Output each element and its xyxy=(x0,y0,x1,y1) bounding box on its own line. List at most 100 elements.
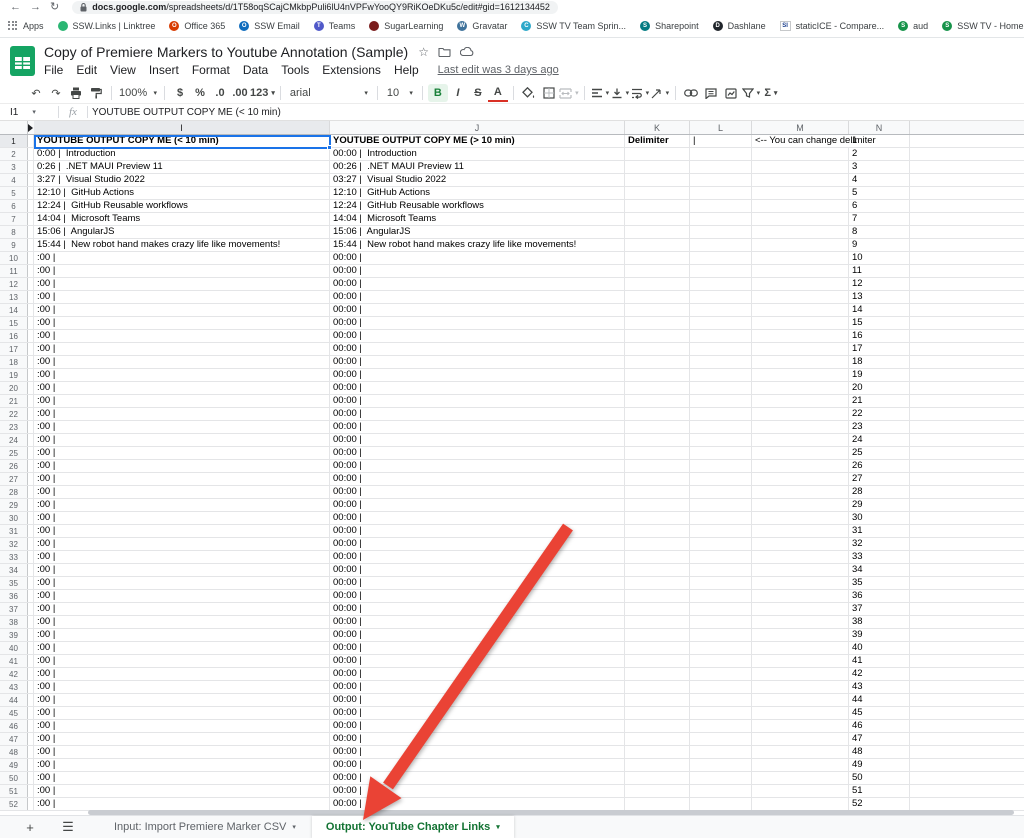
cell-N33[interactable]: 33 xyxy=(849,551,910,563)
cell-L19[interactable] xyxy=(690,369,752,381)
cell-I46[interactable]: :00 | xyxy=(34,720,330,732)
cell-I16[interactable]: :00 | xyxy=(34,330,330,342)
cell-I4[interactable]: 3:27 | Visual Studio 2022 xyxy=(34,174,330,186)
cell-K33[interactable] xyxy=(625,551,690,563)
row-header-34[interactable]: 34 xyxy=(0,564,28,576)
cell-J21[interactable]: 00:00 | xyxy=(330,395,625,407)
cell-L47[interactable] xyxy=(690,733,752,745)
cell-J48[interactable]: 00:00 | xyxy=(330,746,625,758)
cell-M2[interactable] xyxy=(752,148,849,160)
cell-I13[interactable]: :00 | xyxy=(34,291,330,303)
cell-M17[interactable] xyxy=(752,343,849,355)
filter-button[interactable]: ▾ xyxy=(741,84,761,102)
row-header-33[interactable]: 33 xyxy=(0,551,28,563)
cell-L7[interactable] xyxy=(690,213,752,225)
row-header-15[interactable]: 15 xyxy=(0,317,28,329)
cell-N28[interactable]: 28 xyxy=(849,486,910,498)
cell-K50[interactable] xyxy=(625,772,690,784)
cell-I2[interactable]: 0:00 | Introduction xyxy=(34,148,330,160)
cell-L30[interactable] xyxy=(690,512,752,524)
cell-L52[interactable] xyxy=(690,798,752,810)
row-header-4[interactable]: 4 xyxy=(0,174,28,186)
cell-J13[interactable]: 00:00 | xyxy=(330,291,625,303)
row-header-13[interactable]: 13 xyxy=(0,291,28,303)
cell-J6[interactable]: 12:24 | GitHub Reusable workflows xyxy=(330,200,625,212)
cell-N42[interactable]: 42 xyxy=(849,668,910,680)
cell-L40[interactable] xyxy=(690,642,752,654)
cell-I19[interactable]: :00 | xyxy=(34,369,330,381)
cell-M18[interactable] xyxy=(752,356,849,368)
row-header-40[interactable]: 40 xyxy=(0,642,28,654)
cell-K7[interactable] xyxy=(625,213,690,225)
cell-K27[interactable] xyxy=(625,473,690,485)
cell-N9[interactable]: 9 xyxy=(849,239,910,251)
cell-I42[interactable]: :00 | xyxy=(34,668,330,680)
cell-M39[interactable] xyxy=(752,629,849,641)
cell-J34[interactable]: 00:00 | xyxy=(330,564,625,576)
sheets-logo-icon[interactable] xyxy=(9,45,36,77)
cell-J45[interactable]: 00:00 | xyxy=(330,707,625,719)
cell-J9[interactable]: 15:44 | New robot hand makes crazy life … xyxy=(330,239,625,251)
cell-I10[interactable]: :00 | xyxy=(34,252,330,264)
cell-K39[interactable] xyxy=(625,629,690,641)
cell-N8[interactable]: 8 xyxy=(849,226,910,238)
bookmark-item[interactable]: DDashlane xyxy=(713,21,766,31)
cell-J43[interactable]: 00:00 | xyxy=(330,681,625,693)
menu-extensions[interactable]: Extensions xyxy=(322,63,381,77)
horizontal-align-button[interactable]: ▾ xyxy=(590,84,610,102)
italic-button[interactable]: I xyxy=(448,84,468,102)
cell-M41[interactable] xyxy=(752,655,849,667)
cell-J44[interactable]: 00:00 | xyxy=(330,694,625,706)
cell-I20[interactable]: :00 | xyxy=(34,382,330,394)
cell-M29[interactable] xyxy=(752,499,849,511)
cell-I5[interactable]: 12:10 | GitHub Actions xyxy=(34,187,330,199)
cell-N16[interactable]: 16 xyxy=(849,330,910,342)
cell-L31[interactable] xyxy=(690,525,752,537)
cell-K1[interactable]: Delimiter xyxy=(625,135,690,147)
cell-I51[interactable]: :00 | xyxy=(34,785,330,797)
cell-L32[interactable] xyxy=(690,538,752,550)
print-button[interactable] xyxy=(66,84,86,102)
cell-M35[interactable] xyxy=(752,577,849,589)
cell-L48[interactable] xyxy=(690,746,752,758)
cell-M43[interactable] xyxy=(752,681,849,693)
bookmark-item[interactable]: WGravatar xyxy=(457,21,507,31)
cell-N26[interactable]: 26 xyxy=(849,460,910,472)
cell-N30[interactable]: 30 xyxy=(849,512,910,524)
cell-I34[interactable]: :00 | xyxy=(34,564,330,576)
row-header-51[interactable]: 51 xyxy=(0,785,28,797)
cell-L8[interactable] xyxy=(690,226,752,238)
cell-M22[interactable] xyxy=(752,408,849,420)
cell-J20[interactable]: 00:00 | xyxy=(330,382,625,394)
cell-J27[interactable]: 00:00 | xyxy=(330,473,625,485)
cell-K22[interactable] xyxy=(625,408,690,420)
undo-button[interactable]: ↶ xyxy=(26,84,46,102)
cell-I38[interactable]: :00 | xyxy=(34,616,330,628)
cell-N18[interactable]: 18 xyxy=(849,356,910,368)
cell-I32[interactable]: :00 | xyxy=(34,538,330,550)
cell-M46[interactable] xyxy=(752,720,849,732)
cell-K34[interactable] xyxy=(625,564,690,576)
select-all-corner[interactable] xyxy=(0,121,28,134)
cell-J19[interactable]: 00:00 | xyxy=(330,369,625,381)
star-icon[interactable]: ☆ xyxy=(418,45,429,59)
cell-K37[interactable] xyxy=(625,603,690,615)
cell-L37[interactable] xyxy=(690,603,752,615)
cell-I14[interactable]: :00 | xyxy=(34,304,330,316)
cell-M34[interactable] xyxy=(752,564,849,576)
cell-I43[interactable]: :00 | xyxy=(34,681,330,693)
fill-color-button[interactable] xyxy=(519,84,539,102)
cell-K14[interactable] xyxy=(625,304,690,316)
cell-L46[interactable] xyxy=(690,720,752,732)
cell-J11[interactable]: 00:00 | xyxy=(330,265,625,277)
cell-K28[interactable] xyxy=(625,486,690,498)
cell-K2[interactable] xyxy=(625,148,690,160)
cell-M38[interactable] xyxy=(752,616,849,628)
cell-L43[interactable] xyxy=(690,681,752,693)
cell-J33[interactable]: 00:00 | xyxy=(330,551,625,563)
bookmark-item[interactable]: Saud xyxy=(898,21,928,31)
cell-K15[interactable] xyxy=(625,317,690,329)
cell-M23[interactable] xyxy=(752,421,849,433)
cell-L39[interactable] xyxy=(690,629,752,641)
cell-I36[interactable]: :00 | xyxy=(34,590,330,602)
